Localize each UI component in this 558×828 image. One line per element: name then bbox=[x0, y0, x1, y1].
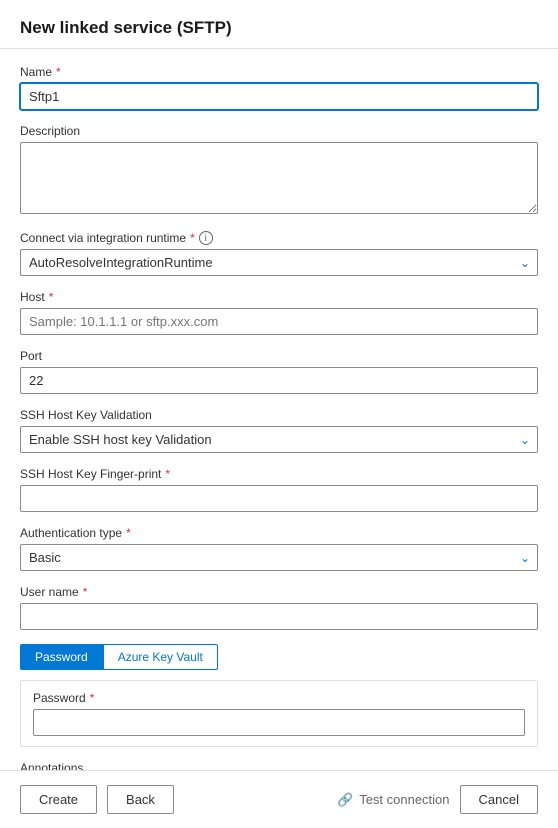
ssh-fingerprint-required-star: * bbox=[165, 467, 170, 481]
runtime-select-wrapper: AutoResolveIntegrationRuntime ⌄ bbox=[20, 249, 538, 276]
name-input[interactable] bbox=[20, 83, 538, 110]
username-input[interactable] bbox=[20, 603, 538, 630]
password-field-label: Password * bbox=[33, 691, 525, 705]
description-label: Description bbox=[20, 124, 538, 138]
port-field-group: Port bbox=[20, 349, 538, 394]
ssh-validation-label: SSH Host Key Validation bbox=[20, 408, 538, 422]
host-label: Host * bbox=[20, 290, 538, 304]
annotations-section: Annotations + New bbox=[20, 761, 538, 770]
footer-right: 🔗 Test connection Cancel bbox=[337, 785, 538, 814]
name-field-group: Name * bbox=[20, 65, 538, 110]
name-label: Name * bbox=[20, 65, 538, 79]
username-field-group: User name * bbox=[20, 585, 538, 630]
ssh-validation-select[interactable]: Enable SSH host key Validation bbox=[20, 426, 538, 453]
description-input[interactable] bbox=[20, 142, 538, 214]
description-field-group: Description bbox=[20, 124, 538, 217]
azure-keyvault-tab[interactable]: Azure Key Vault bbox=[103, 644, 218, 670]
ssh-validation-select-wrapper: Enable SSH host key Validation ⌄ bbox=[20, 426, 538, 453]
port-input[interactable] bbox=[20, 367, 538, 394]
panel-title: New linked service (SFTP) bbox=[20, 18, 232, 37]
panel-body: Name * Description Connect via integrati… bbox=[0, 49, 558, 770]
panel-footer: Create Back 🔗 Test connection Cancel bbox=[0, 770, 558, 828]
password-tab-row: Password Azure Key Vault bbox=[20, 644, 538, 670]
auth-type-required-star: * bbox=[126, 526, 131, 540]
password-required-star: * bbox=[90, 691, 95, 705]
annotations-label: Annotations bbox=[20, 761, 538, 770]
username-required-star: * bbox=[83, 585, 88, 599]
password-input[interactable] bbox=[33, 709, 525, 736]
ssh-fingerprint-field-group: SSH Host Key Finger-print * bbox=[20, 467, 538, 512]
runtime-info-icon[interactable]: i bbox=[199, 231, 213, 245]
panel-header: New linked service (SFTP) bbox=[0, 0, 558, 49]
auth-type-select-wrapper: Basic ⌄ bbox=[20, 544, 538, 571]
sftp-linked-service-panel: New linked service (SFTP) Name * Descrip… bbox=[0, 0, 558, 828]
runtime-select[interactable]: AutoResolveIntegrationRuntime bbox=[20, 249, 538, 276]
test-connection-button[interactable]: 🔗 Test connection bbox=[337, 792, 450, 808]
back-button[interactable]: Back bbox=[107, 785, 174, 814]
auth-type-label: Authentication type * bbox=[20, 526, 538, 540]
auth-type-select[interactable]: Basic bbox=[20, 544, 538, 571]
auth-type-field-group: Authentication type * Basic ⌄ bbox=[20, 526, 538, 571]
runtime-label: Connect via integration runtime * i bbox=[20, 231, 538, 245]
cancel-button[interactable]: Cancel bbox=[460, 785, 538, 814]
ssh-fingerprint-input[interactable] bbox=[20, 485, 538, 512]
name-required-star: * bbox=[56, 65, 61, 79]
password-content: Password * bbox=[20, 680, 538, 747]
plug-icon: 🔗 bbox=[337, 792, 353, 808]
create-button[interactable]: Create bbox=[20, 785, 97, 814]
username-label: User name * bbox=[20, 585, 538, 599]
port-label: Port bbox=[20, 349, 538, 363]
runtime-required-star: * bbox=[190, 231, 195, 245]
test-connection-label: Test connection bbox=[359, 792, 449, 807]
password-tab[interactable]: Password bbox=[20, 644, 103, 670]
ssh-validation-field-group: SSH Host Key Validation Enable SSH host … bbox=[20, 408, 538, 453]
host-field-group: Host * bbox=[20, 290, 538, 335]
host-required-star: * bbox=[49, 290, 54, 304]
host-input[interactable] bbox=[20, 308, 538, 335]
runtime-field-group: Connect via integration runtime * i Auto… bbox=[20, 231, 538, 276]
password-section: Password Azure Key Vault Password * bbox=[20, 644, 538, 747]
ssh-fingerprint-label: SSH Host Key Finger-print * bbox=[20, 467, 538, 481]
